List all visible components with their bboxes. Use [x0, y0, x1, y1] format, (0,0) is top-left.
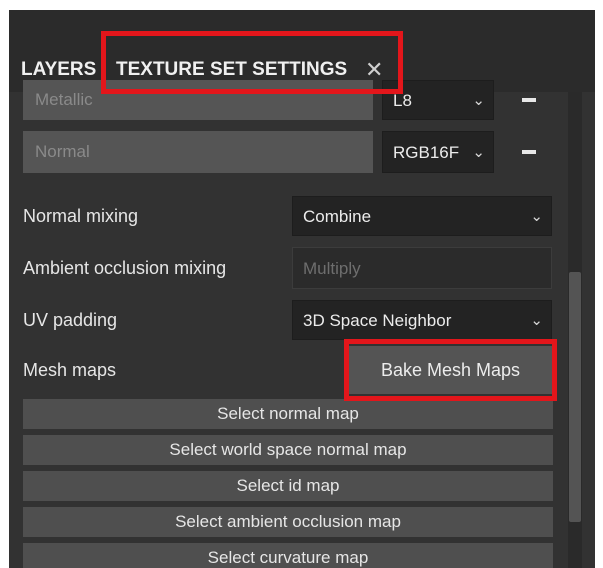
- select-id-map-button[interactable]: Select id map: [23, 471, 553, 501]
- channel-name-field-metallic: Metallic: [23, 80, 373, 120]
- channel-name-label: Normal: [35, 142, 90, 161]
- texture-set-settings-panel: LAYERS TEXTURE SET SETTINGS ✕ Metallic L…: [9, 10, 595, 568]
- channel-format-value: L8: [393, 91, 412, 110]
- minus-icon[interactable]: [522, 98, 536, 102]
- ao-mixing-label: Ambient occlusion mixing: [23, 258, 227, 278]
- channel-format-select-normal[interactable]: RGB16F ⌄: [382, 131, 494, 173]
- chevron-down-icon: ⌄: [530, 312, 543, 329]
- select-curvature-map-button[interactable]: Select curvature map: [23, 543, 553, 568]
- chevron-down-icon: ⌄: [472, 92, 485, 109]
- normal-mixing-select[interactable]: Combine ⌄: [292, 196, 552, 236]
- normal-mixing-value: Combine: [303, 207, 372, 226]
- ao-mixing-select: Multiply: [292, 247, 552, 289]
- chevron-down-icon: ⌄: [530, 208, 543, 225]
- channel-format-value: RGB16F: [393, 143, 460, 162]
- bake-mesh-maps-button[interactable]: Bake Mesh Maps: [349, 346, 552, 394]
- select-world-space-normal-map-button[interactable]: Select world space normal map: [23, 435, 553, 465]
- tab-bar-overlay: [9, 10, 595, 82]
- uv-padding-select[interactable]: 3D Space Neighbor ⌄: [292, 300, 552, 340]
- mesh-maps-label: Mesh maps: [23, 360, 117, 380]
- select-normal-map-button[interactable]: Select normal map: [23, 399, 553, 429]
- scrollbar-thumb[interactable]: [569, 272, 581, 522]
- select-ambient-occlusion-map-button[interactable]: Select ambient occlusion map: [23, 507, 553, 537]
- ao-mixing-value: Multiply: [303, 259, 361, 278]
- normal-mixing-label: Normal mixing: [23, 206, 139, 226]
- uv-padding-label: UV padding: [23, 310, 118, 330]
- channel-format-select-metallic[interactable]: L8 ⌄: [382, 80, 494, 120]
- channel-name-label: Metallic: [35, 90, 93, 109]
- uv-padding-value: 3D Space Neighbor: [303, 311, 452, 330]
- channel-name-field-normal: Normal: [23, 131, 373, 173]
- chevron-down-icon: ⌄: [472, 144, 485, 161]
- minus-icon[interactable]: [522, 150, 536, 154]
